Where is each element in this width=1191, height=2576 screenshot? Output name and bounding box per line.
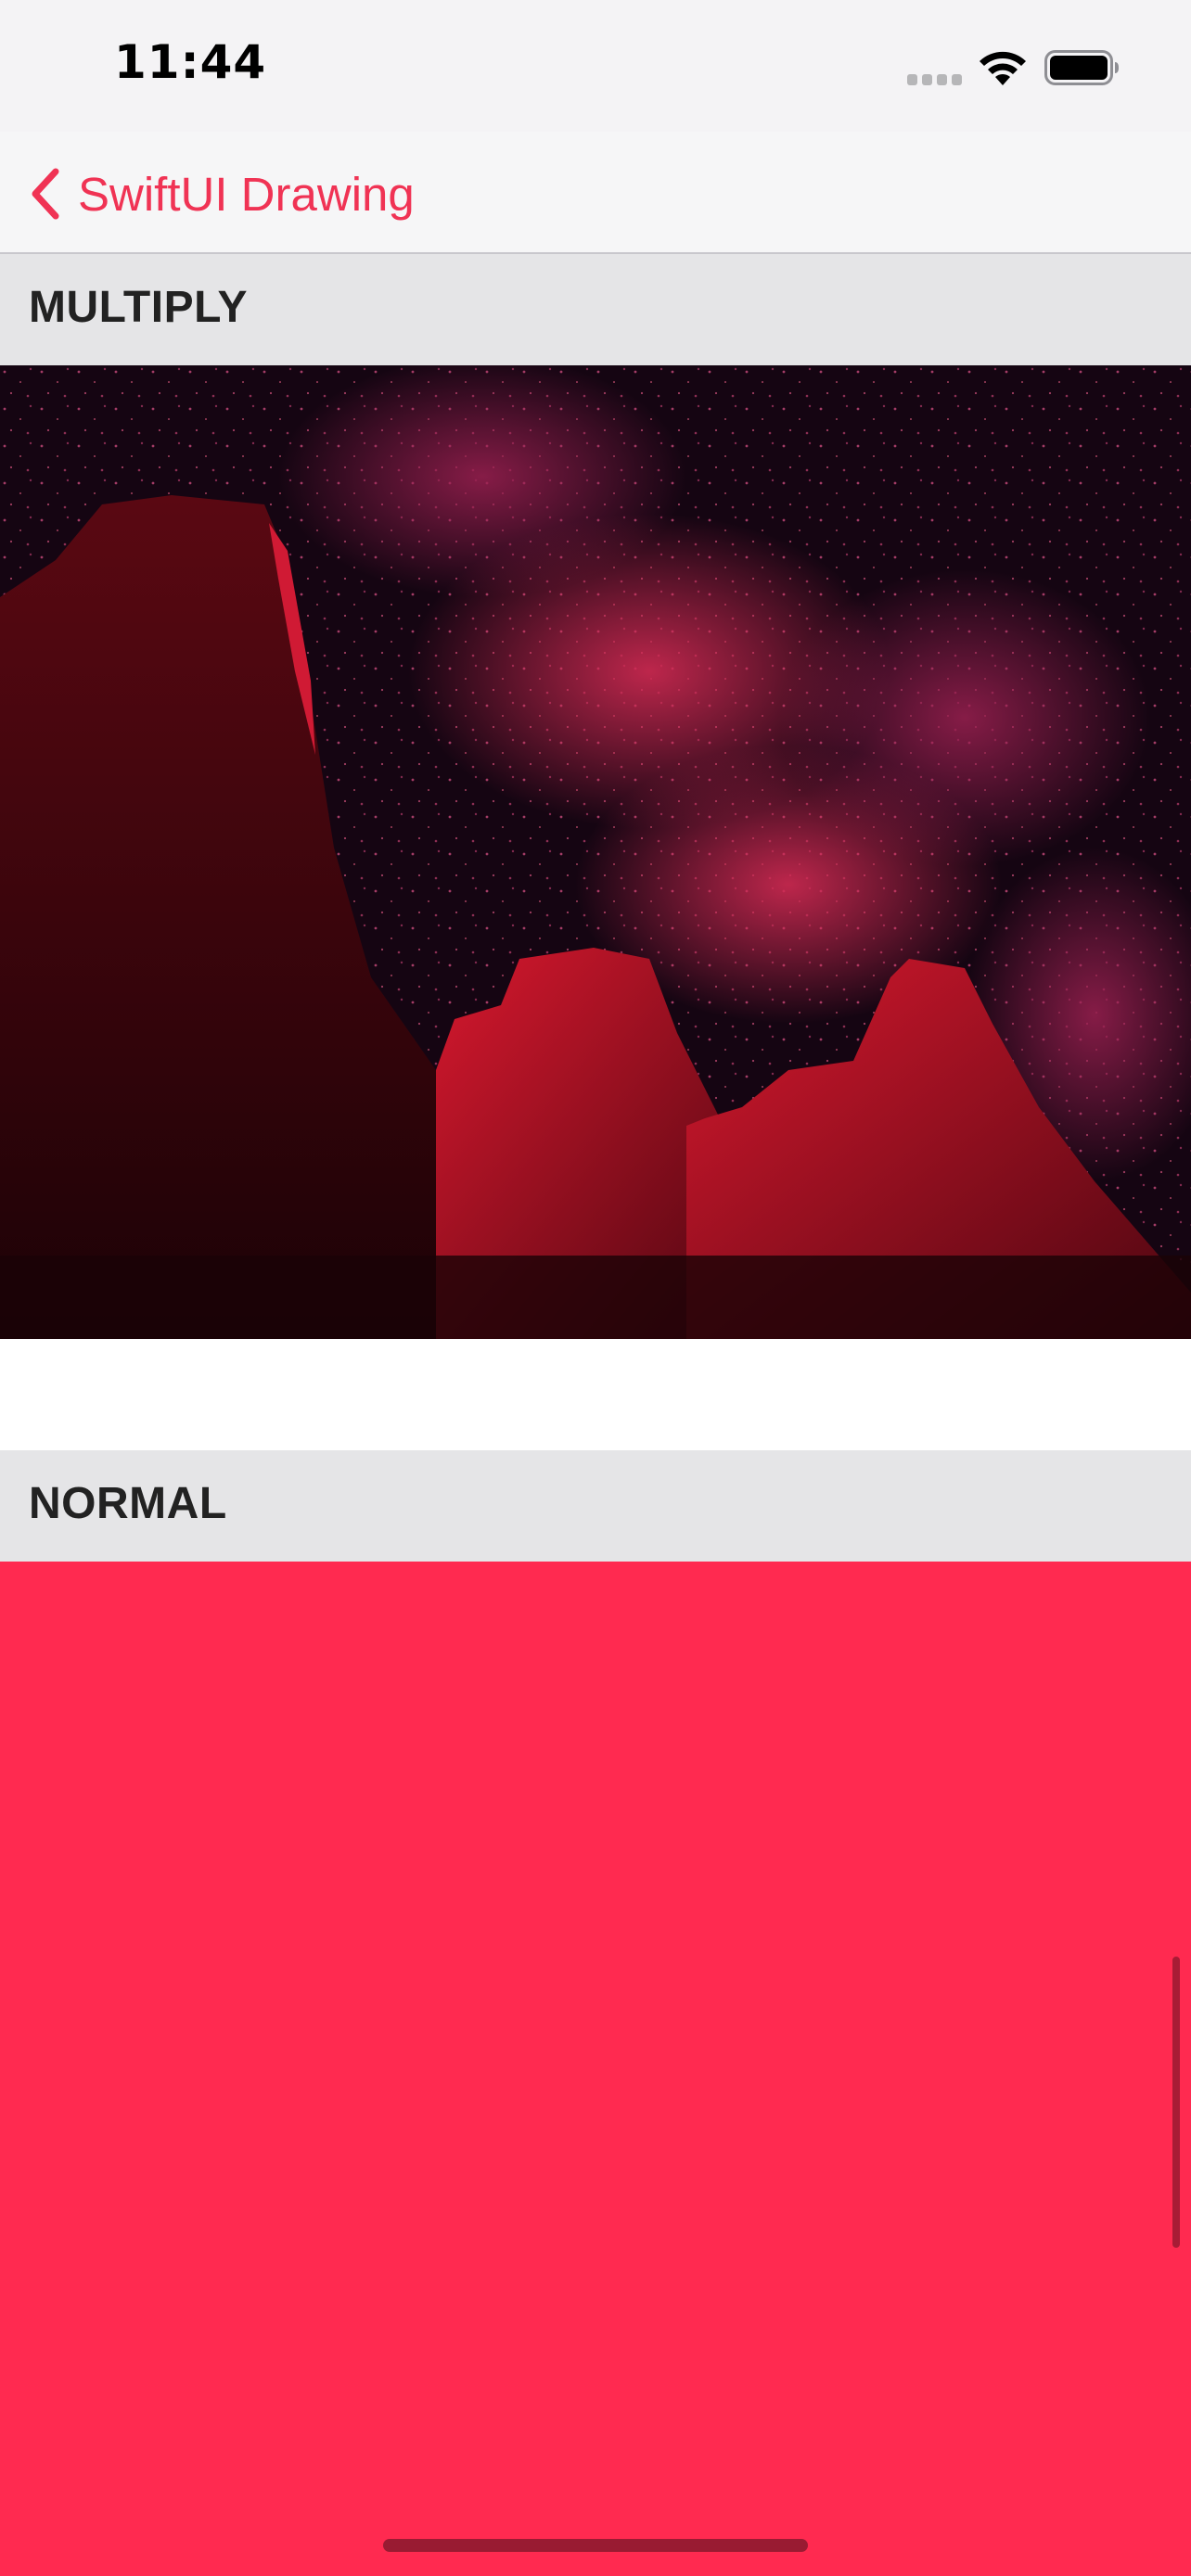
section-header-multiply: MULTIPLY xyxy=(0,254,1191,365)
battery-icon xyxy=(1044,50,1121,85)
back-label: SwiftUI Drawing xyxy=(78,167,415,221)
wifi-icon xyxy=(977,48,1029,89)
multiply-blended-image xyxy=(0,365,1191,1339)
navigation-bar: SwiftUI Drawing xyxy=(0,132,1191,254)
section-title-normal: NORMAL xyxy=(29,1479,227,1528)
chevron-left-icon xyxy=(32,168,59,220)
section-header-normal: NORMAL xyxy=(0,1450,1191,1562)
cellular-signal-icon xyxy=(907,74,963,85)
status-bar: 11:44 xyxy=(0,0,1191,132)
scroll-indicator[interactable] xyxy=(1172,1957,1180,2248)
section-title-multiply: MULTIPLY xyxy=(29,283,249,332)
section-spacer xyxy=(0,1339,1191,1450)
back-button[interactable]: SwiftUI Drawing xyxy=(28,161,415,226)
normal-color-fill xyxy=(0,1562,1191,2576)
status-time: 11:44 xyxy=(114,35,267,89)
screen: 11:44 SwiftUI Drawing MULTIPLY NORMAL xyxy=(0,0,1191,2576)
home-indicator[interactable] xyxy=(383,2539,808,2552)
